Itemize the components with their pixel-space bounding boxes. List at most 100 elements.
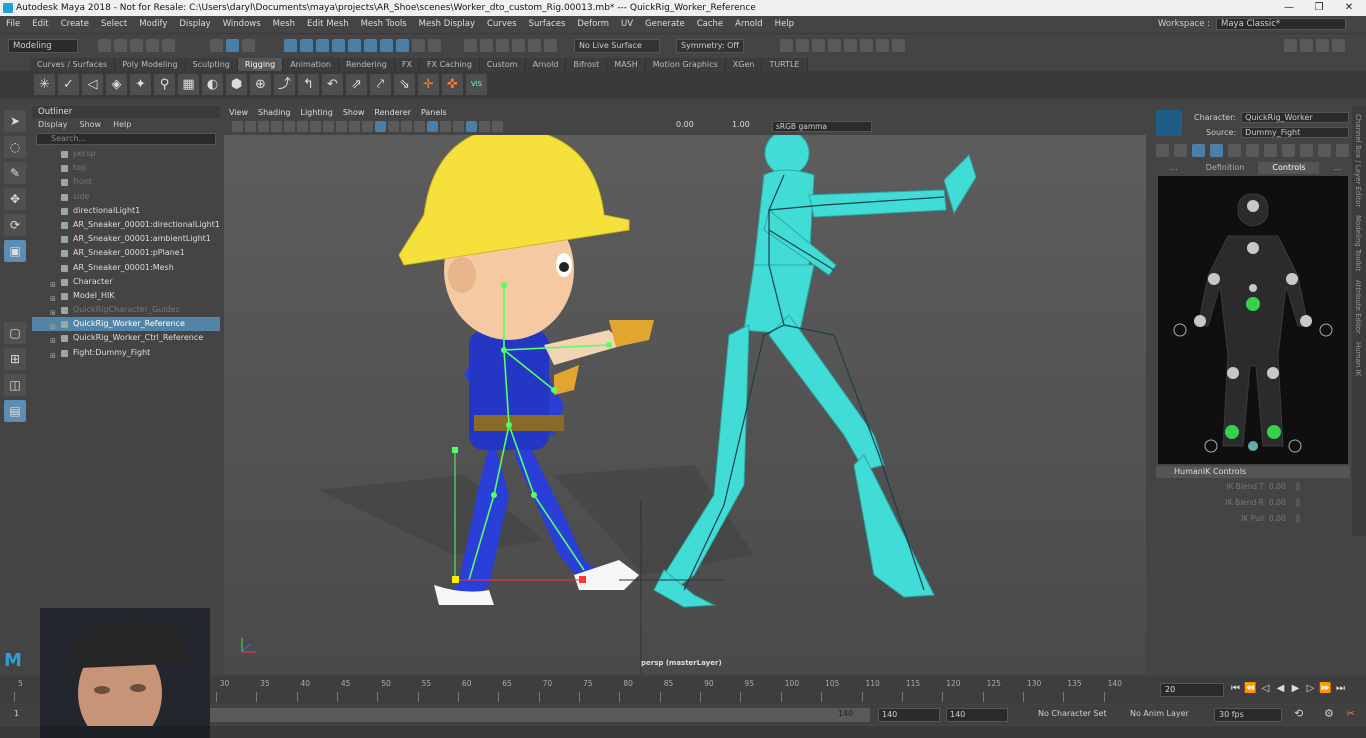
orient-joint-icon[interactable]: ◈ [106, 74, 127, 95]
mask-misc-icon[interactable] [396, 39, 409, 52]
tab-channel-box[interactable]: Channel Box / Layer Editor [1354, 114, 1362, 207]
mask-deformers-icon[interactable] [348, 39, 361, 52]
snap-point-icon[interactable] [496, 39, 509, 52]
full-body-mode-icon[interactable] [1192, 144, 1205, 157]
quick-rig-icon[interactable]: ⚲ [154, 74, 175, 95]
selection-mode-icon[interactable] [1228, 144, 1241, 157]
snap-grid-icon[interactable] [464, 39, 477, 52]
paint-select-tool-icon[interactable]: ✎ [4, 162, 26, 184]
camera-select-icon[interactable] [232, 121, 243, 132]
current-frame-field[interactable]: 20 [1160, 683, 1224, 697]
menu-deform[interactable]: Deform [571, 19, 615, 29]
scale-constraint-icon[interactable]: ⇘ [394, 74, 415, 95]
locator-icon[interactable]: ✛ [418, 74, 439, 95]
vp-menu-view[interactable]: View [224, 106, 253, 119]
paint-weights-icon[interactable]: ◐ [202, 74, 223, 95]
pin-all-icon[interactable] [1300, 144, 1313, 157]
body-part-mode-icon[interactable] [1210, 144, 1223, 157]
menu-help[interactable]: Help [769, 19, 800, 29]
wireframe-icon[interactable] [362, 121, 373, 132]
outliner-persp-layout-icon[interactable]: ▤ [4, 400, 26, 422]
wireframe-on-shaded-icon[interactable] [401, 121, 412, 132]
go-to-end-icon[interactable]: ⏭ [1333, 683, 1348, 694]
menu-select[interactable]: Select [95, 19, 133, 29]
single-pane-layout-icon[interactable]: ▢ [4, 322, 26, 344]
menu-mesh[interactable]: Mesh [267, 19, 301, 29]
shelf-tab-fx[interactable]: FX [394, 58, 420, 71]
shelf-tab-turtle[interactable]: TURTLE [762, 58, 808, 71]
attribute-editor-icon[interactable] [1300, 39, 1313, 52]
orient-constraint-icon[interactable]: ↰ [298, 74, 319, 95]
menu-display[interactable]: Display [173, 19, 216, 29]
mask-dynamics-icon[interactable] [364, 39, 377, 52]
snap-live-icon[interactable] [528, 39, 541, 52]
vis-icon[interactable]: ViS [466, 74, 487, 95]
color-space-dropdown[interactable]: sRGB gamma [772, 121, 872, 132]
go-to-start-icon[interactable]: ⏮ [1228, 683, 1243, 694]
hik-control-slider[interactable] [1296, 497, 1300, 507]
pole-vector-icon[interactable]: ⤤ [370, 74, 391, 95]
pause-icon[interactable] [892, 39, 905, 52]
character-set-dropdown[interactable]: No Character Set [1038, 709, 1107, 718]
playback-end-field[interactable]: 140 [946, 708, 1008, 722]
save-scene-icon[interactable] [130, 39, 143, 52]
move-tool-icon[interactable]: ✥ [4, 188, 26, 210]
modeling-toolkit-icon[interactable] [1284, 39, 1297, 52]
parent-constraint-icon[interactable]: ↶ [322, 74, 343, 95]
pin-rotate-icon[interactable] [1282, 144, 1295, 157]
shelf-tab-rendering[interactable]: Rendering [339, 58, 395, 71]
edit-controls-icon[interactable] [1174, 144, 1187, 157]
outliner-item[interactable]: ⊞ Model_HIK [32, 289, 220, 303]
menu-cache[interactable]: Cache [691, 19, 729, 29]
shelf-tab-rigging[interactable]: Rigging [237, 58, 284, 71]
shadows-icon[interactable] [440, 121, 451, 132]
outliner-item[interactable]: AR_Sneaker_00001:Mesh [32, 261, 220, 275]
menuset-dropdown[interactable]: Modeling [8, 39, 78, 53]
perspective-viewport[interactable]: View Shading Lighting Show Renderer Pane… [224, 106, 1146, 674]
outliner-item[interactable]: top [32, 161, 220, 175]
tab-attribute-editor[interactable]: Attribute Editor [1354, 280, 1362, 334]
mirror-icon[interactable] [1336, 144, 1349, 157]
hypershade-icon[interactable] [828, 39, 841, 52]
edit-definition-icon[interactable] [1156, 144, 1169, 157]
safe-action-icon[interactable] [349, 121, 360, 132]
pinning-icon[interactable] [1246, 144, 1259, 157]
vp-menu-renderer[interactable]: Renderer [369, 106, 416, 119]
create-joints-icon[interactable]: ✳ [34, 74, 55, 95]
unpin-icon[interactable] [1318, 144, 1331, 157]
highlight-selection-icon[interactable] [428, 39, 441, 52]
open-scene-icon[interactable] [114, 39, 127, 52]
bind-skin-icon[interactable]: ▦ [178, 74, 199, 95]
hik-control-slider[interactable] [1296, 481, 1300, 491]
scale-tool-icon[interactable]: ▣ [4, 240, 26, 262]
vp-menu-lighting[interactable]: Lighting [295, 106, 337, 119]
maximize-button[interactable]: ❐ [1304, 0, 1334, 16]
step-forward-key-icon[interactable]: ⏩ [1318, 683, 1333, 694]
rotate-tool-icon[interactable]: ⟳ [4, 214, 26, 236]
lasso-tool-icon[interactable]: ◌ [4, 136, 26, 158]
tab-human-ik[interactable]: Human IK [1354, 342, 1362, 376]
shelf-tab-poly-modeling[interactable]: Poly Modeling [115, 58, 186, 71]
xray-joints-icon[interactable] [479, 121, 490, 132]
undo-icon[interactable] [146, 39, 159, 52]
menu-edit-mesh[interactable]: Edit Mesh [301, 19, 355, 29]
outliner-search-input[interactable]: Search... [36, 133, 216, 145]
outliner-item[interactable]: AR_Sneaker_00001:pPlane1 [32, 246, 220, 260]
lights-icon[interactable] [427, 121, 438, 132]
film-gate-icon[interactable] [297, 121, 308, 132]
live-surface-field[interactable]: No Live Surface [574, 39, 660, 53]
pin-translate-icon[interactable] [1264, 144, 1277, 157]
insert-joint-icon[interactable]: ✓ [58, 74, 79, 95]
mask-handles-icon[interactable] [284, 39, 297, 52]
textured-icon[interactable] [414, 121, 425, 132]
menu-file[interactable]: File [0, 19, 26, 29]
manipulator-center[interactable] [452, 576, 459, 583]
outliner-item[interactable]: side [32, 190, 220, 204]
ambient-occlusion-icon[interactable] [453, 121, 464, 132]
mask-rendering-icon[interactable] [380, 39, 393, 52]
ik-handle-icon[interactable]: ✦ [130, 74, 151, 95]
loop-icon[interactable]: ⟲ [1294, 707, 1303, 720]
smooth-shade-icon[interactable] [375, 121, 386, 132]
anim-layer-dropdown[interactable]: No Anim Layer [1130, 709, 1189, 718]
render-view-icon[interactable] [844, 39, 857, 52]
